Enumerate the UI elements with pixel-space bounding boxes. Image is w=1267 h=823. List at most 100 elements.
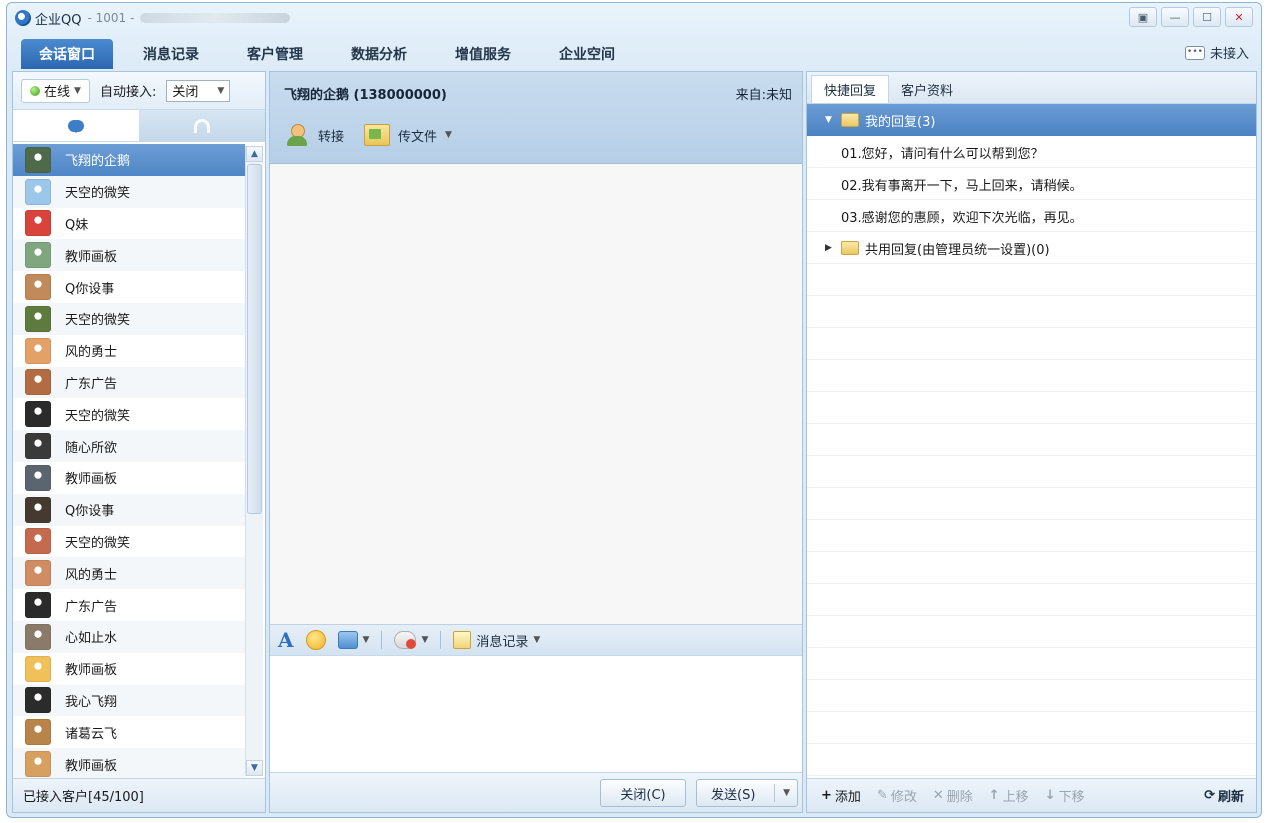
contact-name: 天空的微笑: [65, 535, 131, 551]
main-tabs: 会话窗口 消息记录 客户管理 数据分析 增值服务 企业空间: [21, 39, 645, 69]
contact-item[interactable]: 天空的微笑: [13, 175, 245, 208]
emoji-icon[interactable]: [305, 630, 326, 650]
auto-accept-select[interactable]: 关闭 ▼: [166, 79, 231, 102]
scroll-up-icon[interactable]: ▲: [246, 146, 263, 162]
expanded-triangle-icon[interactable]: ▼: [825, 115, 837, 125]
chat-bubble-icon: [68, 119, 84, 133]
app-title: 企业QQ: [35, 12, 82, 28]
contact-item[interactable]: 广东广告: [13, 589, 245, 621]
minimize-icon[interactable]: —: [1161, 7, 1189, 27]
main-window: 企业QQ - 1001 - ▣ — ☐ ✕ 会话窗口 消息记录 客户管理 数据分…: [6, 2, 1262, 818]
side-tabs: 快捷回复 客户资料: [807, 72, 1256, 104]
avatar: [25, 274, 51, 301]
message-history-button[interactable]: 消息记录 ▼: [453, 631, 540, 650]
quick-reply-tree: ▼ 我的回复(3) 01.您好，请问有什么可以帮到您？ 02.我有事离开一下，马…: [807, 104, 1256, 778]
tab-service[interactable]: [139, 110, 265, 141]
plus-icon: +: [821, 788, 832, 803]
restore-icon[interactable]: ▣: [1129, 7, 1157, 27]
folder-icon: [841, 113, 859, 127]
status-dropdown[interactable]: 在线 ▼: [21, 78, 90, 103]
contact-item[interactable]: Q你设事: [13, 271, 245, 303]
contact-item[interactable]: 教师画板: [13, 462, 245, 494]
tab-message-history[interactable]: 消息记录: [125, 39, 217, 69]
contact-item[interactable]: 教师画板: [13, 653, 245, 685]
contact-item[interactable]: 天空的微笑: [13, 526, 245, 558]
quick-reply-item[interactable]: 01.您好，请问有什么可以帮到您？: [807, 136, 1256, 168]
contact-item[interactable]: 天空的微笑: [13, 398, 245, 430]
scroll-thumb[interactable]: [247, 164, 262, 514]
contact-item[interactable]: 飞翔的企鹅: [13, 144, 245, 176]
my-replies-folder[interactable]: ▼ 我的回复(3): [807, 104, 1256, 136]
tab-enterprise-space[interactable]: 企业空间: [541, 39, 633, 69]
chevron-down-icon: ▼: [445, 130, 452, 140]
send-file-button[interactable]: 传文件 ▼: [364, 122, 452, 148]
move-up-button[interactable]: ↑ 上移: [989, 786, 1029, 805]
contact-item[interactable]: 教师画板: [13, 748, 245, 778]
contact-item[interactable]: 我心飞翔: [13, 684, 245, 717]
headset-icon: [194, 118, 210, 133]
contact-item[interactable]: Q你设事: [13, 493, 245, 526]
avatar: [25, 687, 51, 714]
contact-name: 风的勇士: [65, 345, 118, 361]
not-accepted-button[interactable]: ••• 未接入: [1184, 43, 1249, 62]
font-icon[interactable]: A: [278, 628, 294, 652]
avatar: [25, 146, 51, 173]
tab-chat-window[interactable]: 会话窗口: [21, 39, 113, 69]
tab-value-added-services[interactable]: 增值服务: [437, 39, 529, 69]
quick-reply-item[interactable]: 03.感谢您的惠顾，欢迎下次光临，再见。: [807, 200, 1256, 232]
delete-label: 删除: [946, 790, 973, 805]
avatar: [25, 178, 51, 205]
transfer-button[interactable]: 转接: [284, 122, 344, 148]
close-icon[interactable]: ✕: [1225, 7, 1253, 27]
tab-sessions[interactable]: [13, 110, 139, 141]
contact-item[interactable]: 风的勇士: [13, 335, 245, 367]
quick-reply-item[interactable]: 02.我有事离开一下，马上回来，请稍候。: [807, 168, 1256, 200]
contact-item[interactable]: 心如止水: [13, 620, 245, 653]
chevron-down-icon: ▼: [421, 635, 429, 645]
edit-reply-button[interactable]: ✎ 修改: [877, 786, 917, 805]
shared-replies-label: 共用回复(由管理员统一设置)(0): [865, 242, 1050, 258]
contact-name: Q你设事: [65, 281, 115, 297]
delete-reply-button[interactable]: ✕ 删除: [933, 786, 973, 805]
shake-button[interactable]: ▼: [394, 631, 428, 649]
maximize-icon[interactable]: ☐: [1193, 7, 1221, 27]
contact-item[interactable]: 随心所欲: [13, 430, 245, 462]
move-down-button[interactable]: ↓ 下移: [1045, 786, 1085, 805]
tab-quick-reply[interactable]: 快捷回复: [811, 75, 890, 103]
message-history-label: 消息记录: [476, 634, 529, 650]
file-folder-icon: [364, 124, 391, 146]
chat-header: 飞翔的企鹅 (138000000) 来自:未知 转接 传文件 ▼: [270, 72, 802, 164]
scroll-down-icon[interactable]: ▼: [246, 760, 263, 776]
add-reply-button[interactable]: + 添加: [821, 786, 861, 805]
customer-name: 飞翔的企鹅 (138000000): [284, 88, 447, 103]
send-divider: [774, 784, 775, 802]
contact-item[interactable]: 教师画板: [13, 239, 245, 272]
contact-name: Q你设事: [65, 504, 115, 520]
contact-item[interactable]: 风的勇士: [13, 557, 245, 590]
send-file-label: 传文件: [398, 129, 438, 145]
collapsed-triangle-icon[interactable]: ▶: [825, 243, 837, 253]
contact-item[interactable]: Q妹: [13, 208, 245, 240]
my-replies-label: 我的回复(3): [865, 114, 936, 130]
avatar: [25, 719, 51, 746]
contact-scrollbar[interactable]: ▲ ▼: [245, 146, 263, 776]
app-logo-icon: [15, 10, 31, 26]
arrow-up-icon: ↑: [988, 788, 1000, 803]
contact-name: 我心飞翔: [65, 694, 118, 710]
close-chat-button[interactable]: 关闭(C): [600, 779, 686, 807]
shared-replies-folder[interactable]: ▶ 共用回复(由管理员统一设置)(0): [807, 232, 1256, 264]
tab-customer-info[interactable]: 客户资料: [889, 75, 965, 103]
contact-item[interactable]: 诸葛云飞: [13, 716, 245, 748]
tab-data-analysis[interactable]: 数据分析: [333, 39, 425, 69]
send-button[interactable]: 发送(S) ▼: [696, 779, 798, 807]
chat-panel: 飞翔的企鹅 (138000000) 来自:未知 转接 传文件 ▼ A ▼ ▼ 消…: [269, 71, 803, 813]
refresh-button[interactable]: ⟳ 刷新: [1204, 786, 1244, 805]
screenshot-button[interactable]: ▼: [337, 631, 369, 649]
contact-item[interactable]: 天空的微笑: [13, 302, 245, 335]
avatar: [25, 242, 51, 269]
message-input[interactable]: [270, 656, 802, 772]
contact-name: 天空的微笑: [65, 186, 131, 202]
send-options-chevron-icon[interactable]: ▼: [783, 788, 790, 798]
tab-customer-management[interactable]: 客户管理: [229, 39, 321, 69]
contact-item[interactable]: 广东广告: [13, 366, 245, 399]
